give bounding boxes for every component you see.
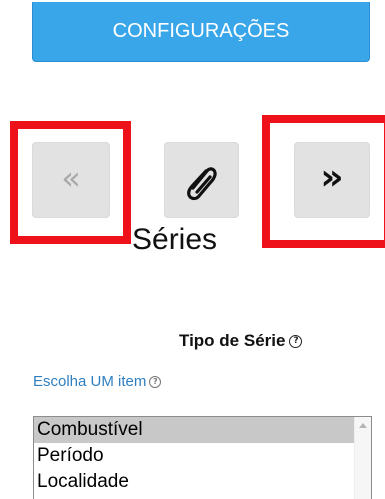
series-configuration-panel: CONFIGURAÇÕES « » Séries Tipo de Série ?… xyxy=(0,0,385,499)
previous-button[interactable]: « xyxy=(32,142,110,218)
series-title: Séries xyxy=(132,223,218,256)
series-type-label: Tipo de Série ? xyxy=(179,330,303,352)
paperclip-icon xyxy=(187,166,217,200)
help-icon[interactable]: ? xyxy=(149,376,162,388)
option-localidade[interactable]: Localidade xyxy=(34,469,371,495)
vertical-scrollbar[interactable] xyxy=(354,417,371,499)
choose-one-item-label: Escolha UM item ? xyxy=(33,372,162,392)
option-periodo[interactable]: Período xyxy=(34,443,371,469)
scroll-up-icon[interactable] xyxy=(359,423,367,428)
series-type-text: Tipo de Série xyxy=(179,331,286,350)
help-icon[interactable]: ? xyxy=(289,334,303,348)
attach-button[interactable] xyxy=(164,142,239,218)
configuracoes-button[interactable]: CONFIGURAÇÕES xyxy=(32,2,370,62)
series-type-listbox[interactable]: Combustível Período Localidade xyxy=(33,416,372,499)
double-chevron-right-icon: » xyxy=(320,157,344,198)
option-combustivel[interactable]: Combustível xyxy=(34,417,371,443)
next-button[interactable]: » xyxy=(294,142,370,218)
choose-one-item-text: Escolha UM item xyxy=(33,373,147,390)
double-chevron-left-icon: « xyxy=(61,159,81,197)
